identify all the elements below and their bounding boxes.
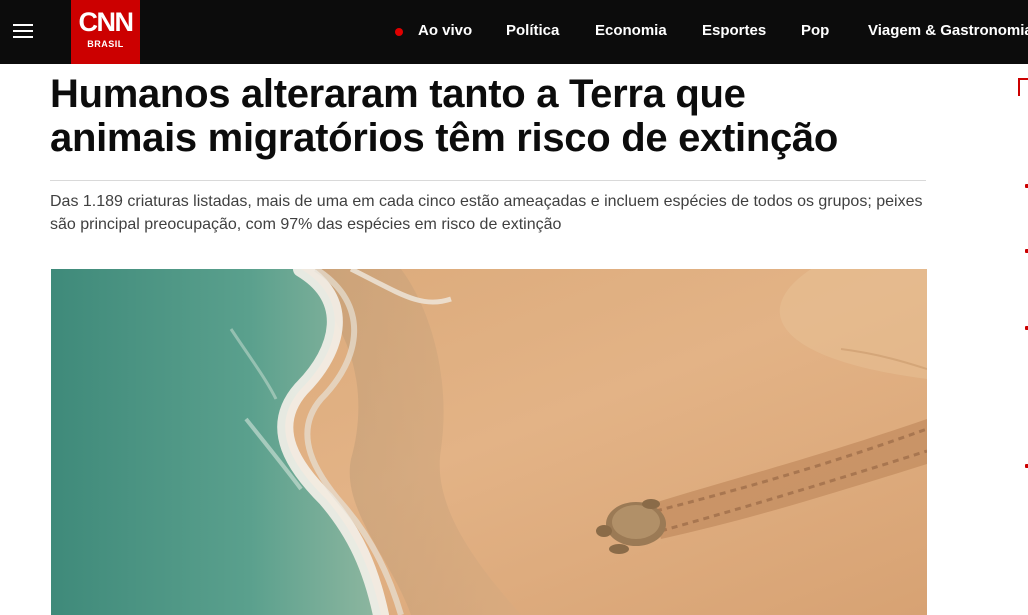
nav-item-economia[interactable]: Economia: [595, 22, 667, 40]
bookmark-icon[interactable]: [1018, 78, 1028, 96]
nav-item-viagem-gastronomia[interactable]: Viagem & Gastronomia: [868, 22, 1028, 40]
article-lede: Das 1.189 criaturas listadas, mais de um…: [50, 193, 923, 233]
nav-item-esportes[interactable]: Esportes: [702, 22, 766, 40]
headline-line-2: animais migratórios têm risco de extinçã…: [50, 116, 838, 160]
right-side-rail: [1012, 64, 1028, 615]
cnn-brasil-logo[interactable]: CNN BRASIL: [71, 0, 140, 64]
nav-item-ao-vivo[interactable]: Ao vivo: [418, 22, 472, 40]
live-indicator-icon: [395, 28, 403, 36]
hero-image-beach-turtle[interactable]: [51, 269, 927, 615]
hamburger-menu-icon[interactable]: [13, 24, 33, 40]
article-headline: Humanos alteraram tanto a Terra que anim…: [50, 72, 930, 160]
headline-divider: [50, 180, 926, 181]
top-navigation-bar: CNN BRASIL Ao vivo Política Economia Esp…: [0, 0, 1028, 64]
headline-line-1: Humanos alteraram tanto a Terra que: [50, 72, 746, 116]
hero-image-illustration: [51, 269, 927, 615]
logo-subtitle: BRASIL: [87, 39, 124, 49]
nav-item-pop[interactable]: Pop: [801, 22, 829, 40]
logo-mark: CNN: [78, 7, 135, 37]
nav-item-politica[interactable]: Política: [506, 22, 559, 40]
